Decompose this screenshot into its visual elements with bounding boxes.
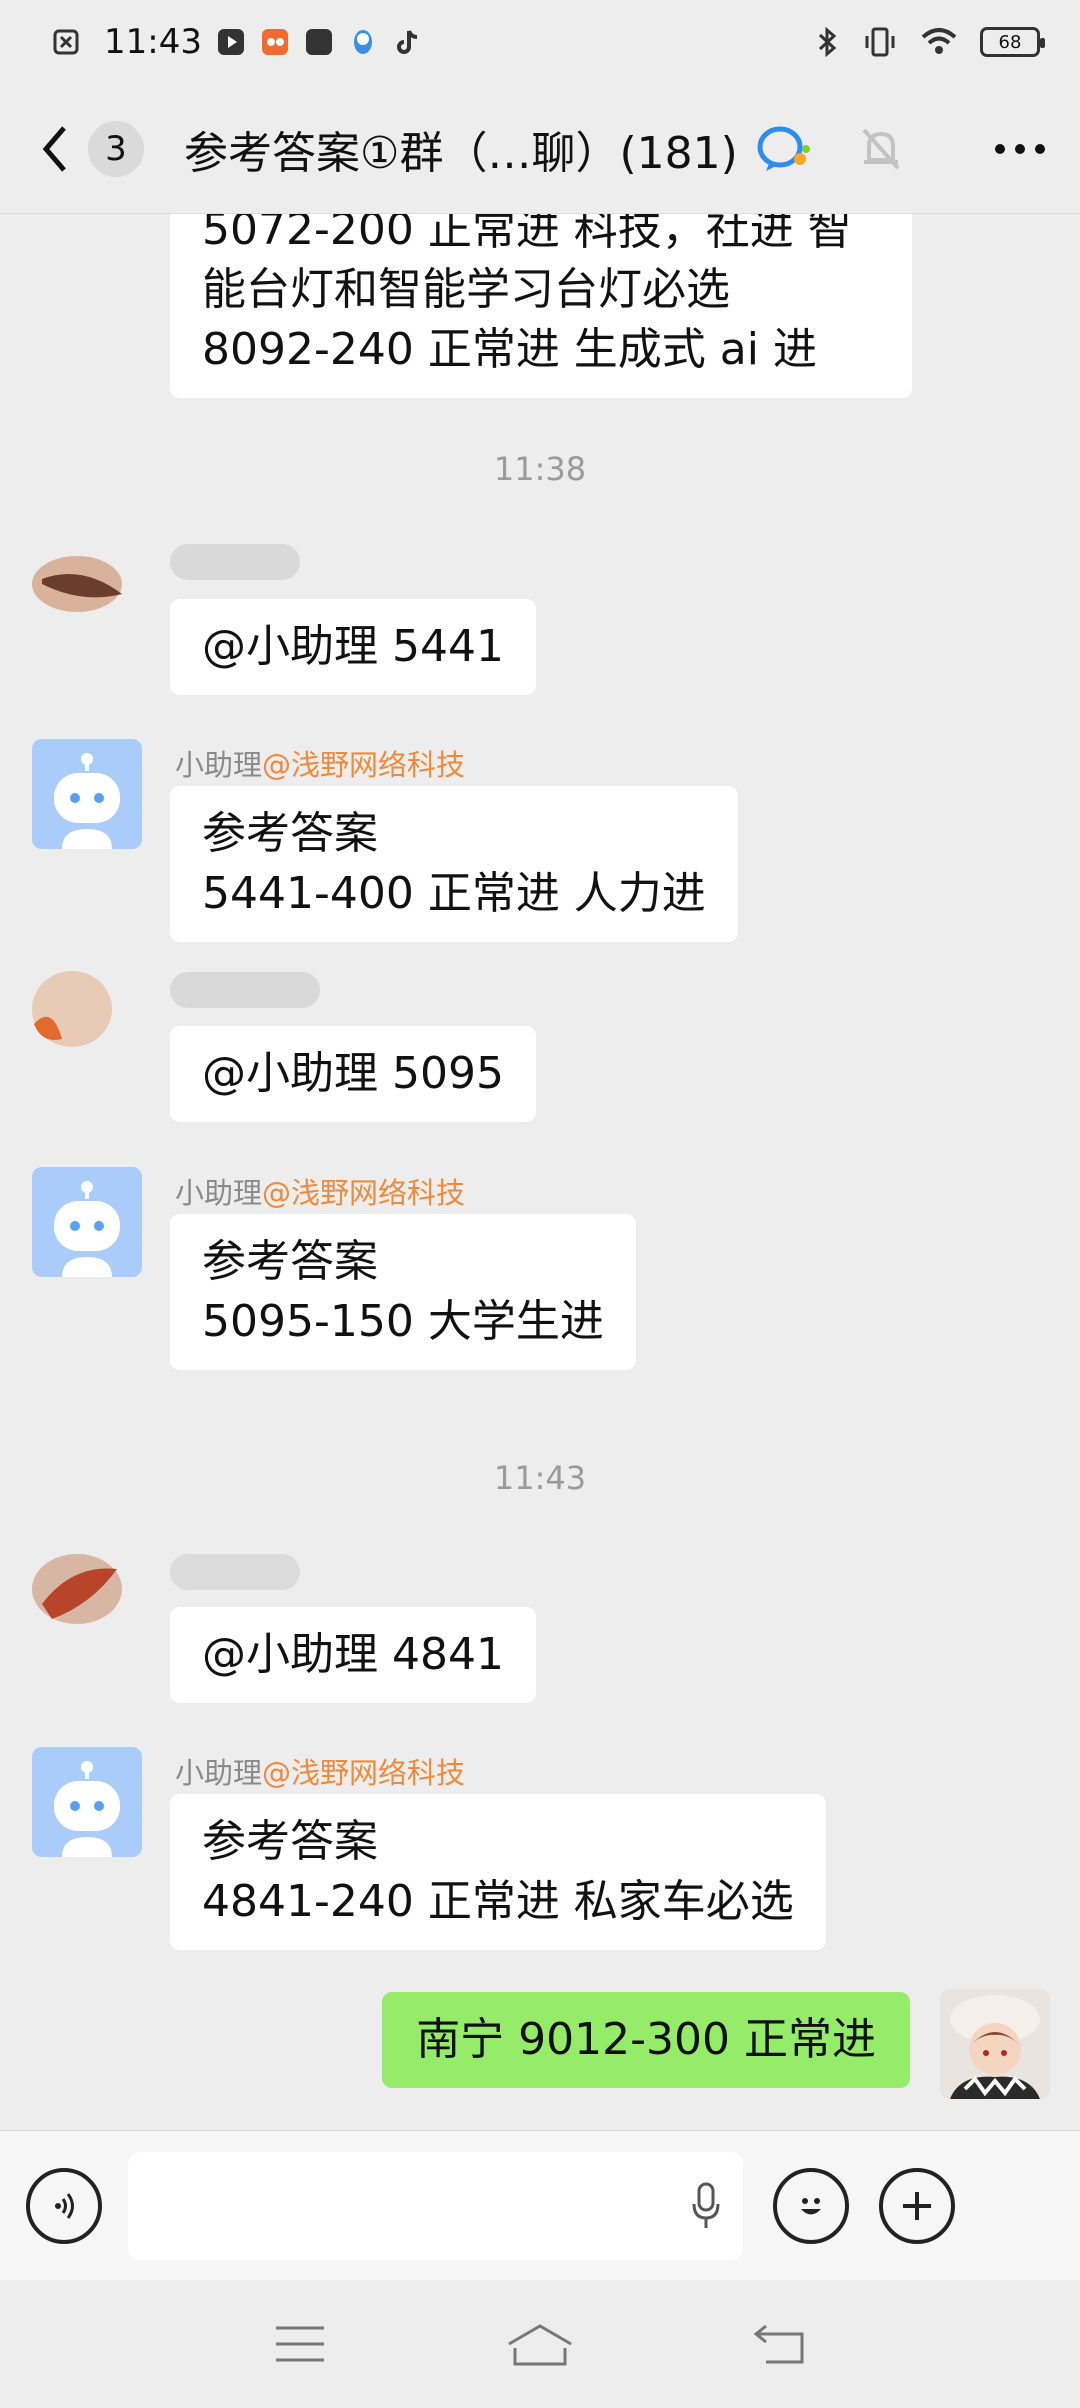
sender-name-blurred	[170, 544, 300, 580]
avatar[interactable]	[22, 524, 132, 634]
avatar[interactable]	[22, 954, 132, 1064]
message-input[interactable]	[128, 2151, 743, 2260]
tiktok-icon	[397, 30, 418, 54]
message-bubble[interactable]: 5072-200 正常进 科技，社进 智 能台灯和智能学习台灯必选 8092-2…	[170, 214, 912, 398]
my-avatar[interactable]	[940, 1989, 1050, 2099]
sender-name: 小助理	[175, 748, 263, 782]
system-navigation	[0, 2280, 1080, 2408]
back-icon	[42, 125, 66, 172]
timestamp: 11:38	[493, 450, 587, 488]
menu-icon	[276, 2326, 324, 2362]
back-nav-button[interactable]	[740, 2314, 820, 2374]
mic-icon[interactable]	[691, 2182, 721, 2230]
battery-indicator: 68	[980, 27, 1045, 57]
menu-button[interactable]	[260, 2314, 340, 2374]
unread-count-badge: 3	[88, 120, 144, 177]
emoji-button[interactable]	[773, 2167, 849, 2244]
home-icon	[508, 2324, 572, 2366]
sender-label: 小助理@浅野网络科技	[175, 1750, 465, 1792]
timestamp: 11:43	[493, 1459, 587, 1497]
bot-avatar[interactable]	[32, 739, 142, 849]
mute-bell-icon[interactable]	[860, 126, 902, 172]
sender-label: 小助理@浅野网络科技	[175, 1170, 465, 1212]
sender-name-blurred	[170, 972, 320, 1008]
qq-icon	[353, 30, 372, 54]
sender-group: @浅野网络科技	[262, 1756, 466, 1790]
sender-group: @浅野网络科技	[262, 748, 466, 782]
notification-icon	[53, 29, 79, 55]
wifi-icon	[921, 28, 957, 54]
sender-label: 小助理@浅野网络科技	[175, 742, 465, 784]
video-app-icon	[217, 29, 244, 55]
more-features-button[interactable]	[879, 2167, 955, 2244]
message-bubble[interactable]: @小助理 5441	[170, 599, 536, 695]
input-bar	[0, 2130, 1080, 2280]
message-bubble[interactable]: @小助理 5095	[170, 1026, 536, 1122]
sender-name: 小助理	[175, 1756, 263, 1790]
status-bar: 11:43 68	[0, 0, 1080, 84]
clock: 11:43	[104, 22, 202, 62]
bot-avatar[interactable]	[32, 1747, 142, 1857]
bluetooth-icon	[818, 26, 837, 58]
sender-name-blurred	[170, 1554, 300, 1590]
vibrate-icon	[865, 27, 895, 57]
chat-header: 3 参考答案①群（…聊）(181)	[0, 84, 1080, 214]
shop-app-icon	[261, 29, 288, 55]
home-button[interactable]	[500, 2314, 580, 2374]
message-bubble[interactable]: @小助理 4841	[170, 1607, 536, 1703]
qq-group-icon[interactable]	[756, 123, 812, 175]
voice-icon	[55, 2192, 74, 2219]
chat-title[interactable]: 参考答案①群（…聊）(181)	[184, 117, 738, 181]
return-icon	[753, 2324, 804, 2364]
back-button[interactable]	[30, 119, 80, 179]
message-bubble[interactable]: 参考答案 5441-400 正常进 人力进	[170, 786, 738, 942]
more-icon	[995, 143, 1045, 154]
app-icon	[305, 29, 332, 55]
bot-avatar[interactable]	[32, 1167, 142, 1277]
voice-toggle-button[interactable]	[26, 2167, 102, 2244]
avatar[interactable]	[22, 1534, 132, 1644]
my-message-bubble[interactable]: 南宁 9012-300 正常进	[382, 1992, 910, 2088]
message-bubble[interactable]: 参考答案 5095-150 大学生进	[170, 1214, 636, 1370]
plus-icon	[903, 2191, 931, 2220]
sender-name: 小助理	[175, 1176, 263, 1210]
message-list[interactable]: 5072-200 正常进 科技，社进 智 能台灯和智能学习台灯必选 8092-2…	[0, 214, 1080, 2130]
more-button[interactable]	[990, 119, 1050, 179]
battery-level: 68	[998, 31, 1022, 53]
emoji-icon	[801, 2197, 821, 2214]
message-bubble[interactable]: 参考答案 4841-240 正常进 私家车必选	[170, 1794, 826, 1950]
sender-group: @浅野网络科技	[262, 1176, 466, 1210]
